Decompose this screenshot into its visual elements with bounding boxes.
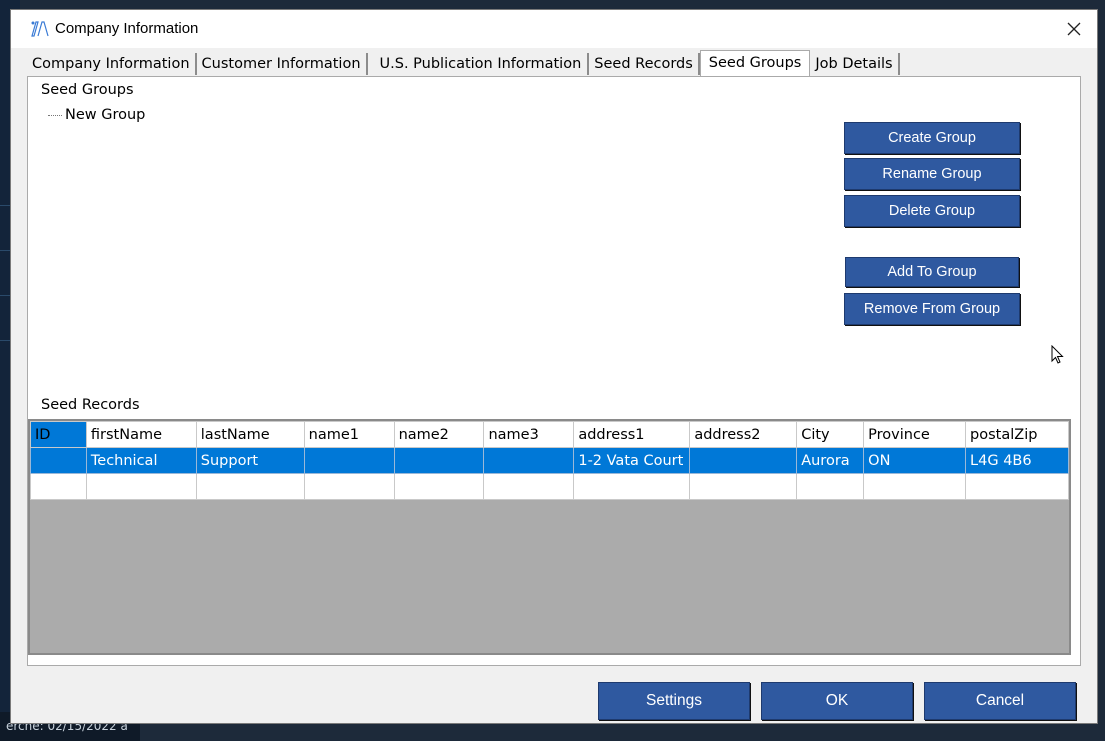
column-header-lastname[interactable]: lastName [195, 421, 305, 448]
cell-postalzip[interactable] [965, 473, 1069, 500]
column-header-name1[interactable]: name1 [303, 421, 395, 448]
cell-name1[interactable] [303, 447, 395, 474]
tree-item-new-group[interactable]: New Group [48, 107, 145, 123]
remove-from-group-button[interactable]: Remove From Group [844, 293, 1020, 325]
cell-firstname[interactable]: Technical [85, 447, 197, 474]
tab-seed-records[interactable]: Seed Records [589, 53, 700, 75]
tab-job-details[interactable]: Job Details [810, 53, 900, 75]
cell-name1[interactable] [303, 473, 395, 500]
seed-records-table: ID firstName lastName name1 name2 name3 … [30, 421, 1069, 500]
close-icon [1067, 22, 1081, 36]
mouse-cursor-icon [1051, 345, 1064, 364]
cell-postalzip[interactable]: L4G 4B6 [965, 447, 1069, 474]
column-header-name3[interactable]: name3 [483, 421, 575, 448]
column-header-city[interactable]: City [796, 421, 865, 448]
seed-records-grid: ID firstName lastName name1 name2 name3 … [28, 419, 1071, 655]
seed-records-heading: Seed Records [41, 397, 140, 413]
cell-address2[interactable] [689, 473, 798, 500]
tab-customer-information[interactable]: Customer Information [196, 53, 368, 75]
column-header-name2[interactable]: name2 [393, 421, 485, 448]
table-row-new[interactable] [30, 473, 1069, 500]
rename-group-button[interactable]: Rename Group [844, 158, 1020, 190]
cell-id[interactable] [30, 473, 87, 500]
table-header-row: ID firstName lastName name1 name2 name3 … [30, 421, 1069, 448]
tree-connector [48, 114, 62, 116]
cell-lastname[interactable] [195, 473, 305, 500]
column-header-id[interactable]: ID [30, 421, 87, 448]
title-bar: Company Information [11, 10, 1097, 48]
settings-button[interactable]: Settings [598, 682, 750, 720]
seed-groups-heading: Seed Groups [41, 82, 134, 98]
cell-province[interactable] [863, 473, 967, 500]
cell-name2[interactable] [393, 473, 485, 500]
cell-address1[interactable] [573, 473, 691, 500]
tree-item-label: New Group [65, 107, 146, 123]
table-row[interactable]: Technical Support 1-2 Vata Court Aurora … [30, 447, 1069, 474]
tab-bar: Company Information Customer Information… [27, 50, 900, 76]
create-group-button[interactable]: Create Group [844, 122, 1020, 154]
tab-seed-groups[interactable]: Seed Groups [699, 50, 811, 76]
app-icon [31, 21, 49, 37]
tab-company-information[interactable]: Company Information [27, 53, 197, 75]
close-button[interactable] [1051, 10, 1097, 48]
delete-group-button[interactable]: Delete Group [844, 195, 1020, 227]
cell-firstname[interactable] [85, 473, 197, 500]
column-header-province[interactable]: Province [863, 421, 967, 448]
seed-groups-panel: Seed Groups New Group Create Group Renam… [27, 76, 1081, 666]
cell-city[interactable]: Aurora [796, 447, 865, 474]
tab-us-publication-information[interactable]: U.S. Publication Information [367, 53, 590, 75]
cell-name3[interactable] [483, 447, 575, 474]
cell-lastname[interactable]: Support [195, 447, 305, 474]
cell-address1[interactable]: 1-2 Vata Court [573, 447, 691, 474]
cell-name2[interactable] [393, 447, 485, 474]
cell-province[interactable]: ON [863, 447, 967, 474]
column-header-address1[interactable]: address1 [573, 421, 691, 448]
window-title: Company Information [55, 20, 199, 37]
add-to-group-button[interactable]: Add To Group [845, 257, 1019, 287]
cell-city[interactable] [796, 473, 865, 500]
column-header-firstname[interactable]: firstName [85, 421, 197, 448]
cell-id[interactable] [30, 447, 87, 474]
cancel-button[interactable]: Cancel [924, 682, 1076, 720]
company-information-dialog: Company Information Company Information … [10, 9, 1098, 724]
ok-button[interactable]: OK [761, 682, 913, 720]
cell-name3[interactable] [483, 473, 575, 500]
column-header-address2[interactable]: address2 [689, 421, 798, 448]
column-header-postalzip[interactable]: postalZip [965, 421, 1069, 448]
cell-address2[interactable] [689, 447, 798, 474]
